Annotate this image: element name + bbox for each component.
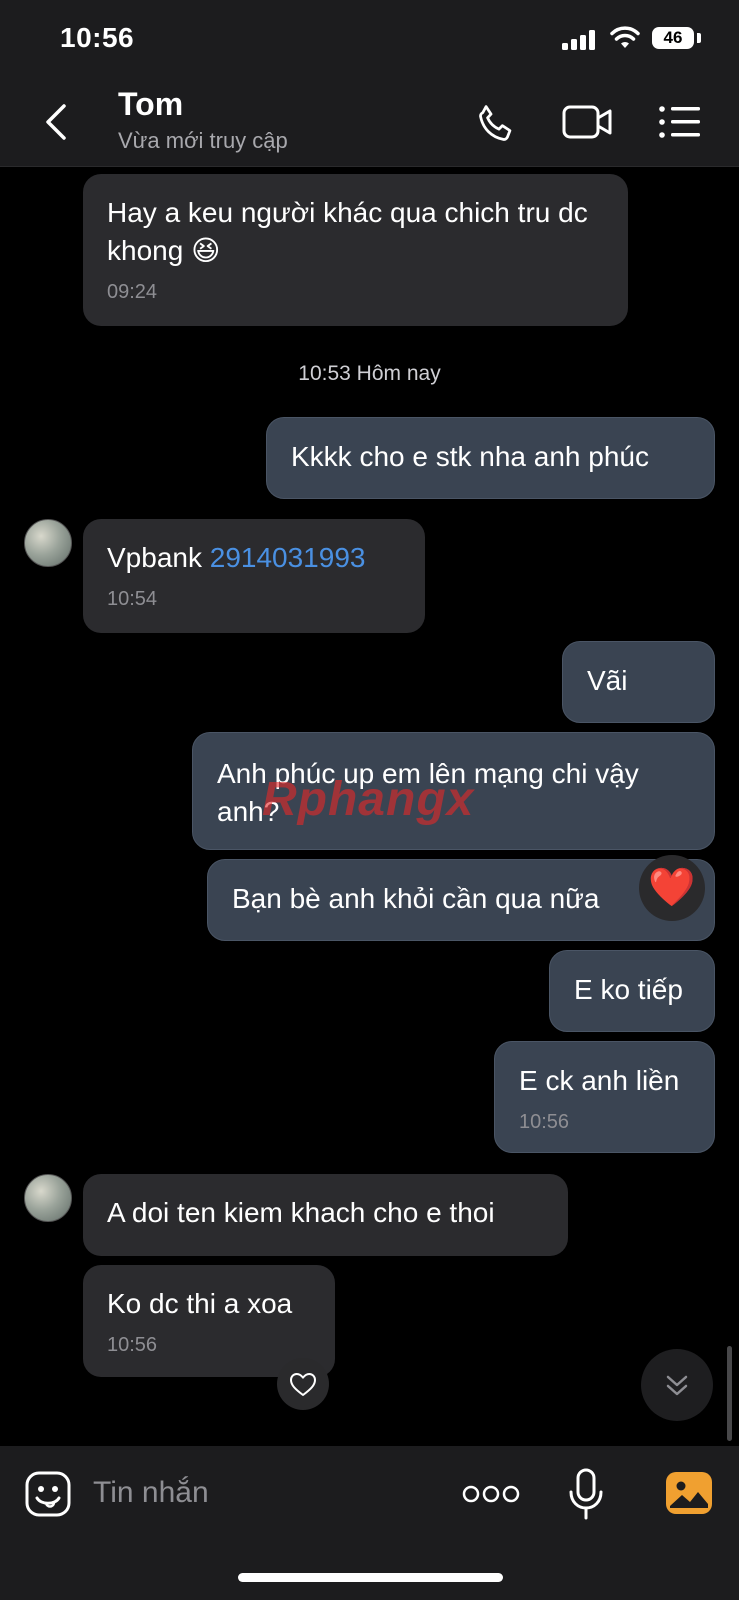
message-outgoing[interactable]: Kkkk cho e stk nha anh phúc (266, 417, 715, 499)
react-button[interactable] (277, 1358, 329, 1410)
mic-icon[interactable] (566, 1468, 606, 1520)
battery-nub (697, 33, 701, 43)
message-outgoing[interactable]: Bạn bè anh khỏi cần qua nữa (207, 859, 715, 941)
chat-header (0, 80, 739, 167)
message-incoming[interactable]: Hay a keu người khác qua chich tru dc kh… (83, 174, 628, 326)
message-outgoing[interactable]: Vãi (562, 641, 715, 723)
scroll-down-button[interactable] (641, 1349, 713, 1421)
presence-status: Vừa mới truy cập (118, 128, 288, 153)
more-icon[interactable] (462, 1480, 520, 1508)
account-number-link[interactable]: 2914031993 (210, 542, 366, 573)
avatar[interactable] (24, 1174, 72, 1222)
message-time: 10:56 (519, 1111, 570, 1133)
reaction-heart-icon[interactable]: ❤️ (639, 855, 705, 921)
back-icon[interactable] (42, 102, 70, 142)
message-text: Bạn bè anh khỏi cần qua nữa (232, 883, 600, 914)
scrollbar[interactable] (727, 1346, 732, 1441)
message-text: Ko dc thi a xoa (107, 1288, 293, 1319)
message-time: 10:56 (107, 1334, 158, 1356)
message-outgoing[interactable]: E ko tiếp (549, 950, 715, 1032)
message-text: Vpbank 2914031993 (107, 542, 366, 573)
image-icon[interactable] (664, 1470, 714, 1516)
wifi-icon (610, 26, 640, 48)
avatar[interactable] (24, 519, 72, 567)
contact-name[interactable]: Tom (118, 86, 183, 123)
status-time: 10:56 (60, 22, 135, 53)
heart-icon (290, 1373, 316, 1396)
message-text: Kkkk cho e stk nha anh phúc (291, 441, 649, 472)
message-text: E ko tiếp (574, 974, 683, 1005)
message-time: 10:54 (107, 588, 158, 610)
message-text: Hay a keu người khác qua chich tru dc kh… (107, 197, 588, 266)
menu-icon[interactable] (658, 104, 702, 140)
message-outgoing[interactable]: E ck anh liền 10:56 (494, 1041, 715, 1153)
sticker-icon[interactable] (24, 1470, 72, 1518)
message-incoming[interactable]: Vpbank 2914031993 10:54 (83, 519, 425, 633)
chevron-down-icon (666, 1375, 688, 1396)
message-time: 09:24 (107, 281, 158, 303)
message-incoming[interactable]: A doi ten kiem khach cho e thoi (83, 1174, 568, 1256)
home-indicator[interactable] (238, 1573, 503, 1582)
date-separator: 10:53 Hôm nay (298, 362, 441, 385)
message-text: E ck anh liền (519, 1065, 680, 1096)
message-input[interactable]: Tin nhắn (93, 1476, 209, 1510)
video-icon[interactable] (562, 102, 614, 142)
phone-icon[interactable] (474, 102, 518, 146)
message-text: Vãi (587, 665, 628, 696)
watermark: Rphangx (262, 773, 475, 826)
laughing-emoji: 😆 (191, 235, 221, 266)
battery-indicator: 46 (652, 27, 694, 49)
signal-icon (562, 30, 595, 50)
message-text: A doi ten kiem khach cho e thoi (107, 1197, 495, 1228)
